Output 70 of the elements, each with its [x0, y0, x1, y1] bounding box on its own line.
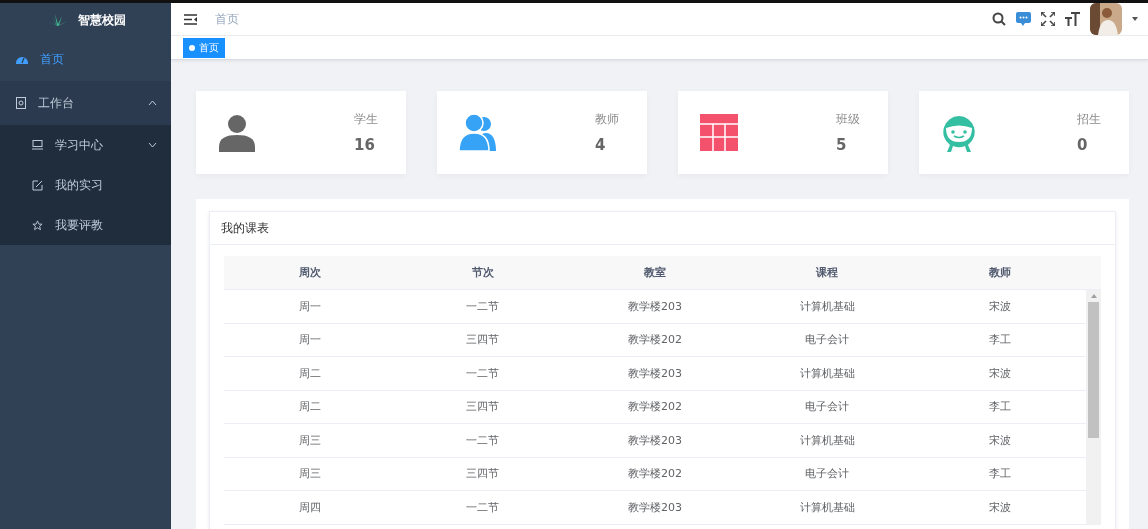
- column-header: 教师: [987, 265, 1012, 280]
- table-cell-text: 教学楼203: [627, 432, 683, 448]
- logo-text: 智慧校园: [77, 11, 126, 29]
- user-avatar[interactable]: [1090, 3, 1122, 36]
- table-cell-text: 宋波: [987, 298, 1012, 314]
- menu-item[interactable]: 我要评教: [0, 205, 171, 245]
- menu-item[interactable]: 学习中心: [0, 125, 171, 165]
- table-cell-text: 周四: [298, 499, 323, 515]
- table-cell-text: 教学楼202: [627, 399, 683, 415]
- safe-icon: [16, 97, 26, 109]
- table-cell-text: 电子会计: [804, 332, 851, 348]
- table-cell-text: 三四节: [465, 466, 501, 482]
- table-cell-text: 周二: [298, 399, 323, 415]
- table-cell-text: 李工: [987, 332, 1012, 348]
- table-cell-text: 三四节: [465, 332, 501, 348]
- table-cell-text: 周一: [298, 332, 323, 348]
- fullscreen-icon[interactable]: [1041, 12, 1055, 27]
- menu-toggle-icon[interactable]: [184, 13, 197, 25]
- column-header: 节次: [470, 265, 495, 280]
- table-cell-text: 宋波: [987, 499, 1012, 515]
- menu-item[interactable]: 我的实习: [0, 165, 171, 205]
- stat-value: 4: [595, 136, 606, 154]
- table-cell-text: 周三: [298, 432, 323, 448]
- column-header: 课程: [815, 265, 840, 280]
- table-cell-text: 李工: [987, 466, 1012, 482]
- table-cell-text: 一二节: [465, 298, 501, 314]
- table-cell-text: 一二节: [465, 432, 501, 448]
- stat-value: 16: [354, 136, 375, 154]
- table-cell-text: 电子会计: [804, 399, 851, 415]
- table-cell-text: 计算机基础: [798, 499, 856, 515]
- dashboard-icon: [16, 54, 28, 64]
- font-size-icon[interactable]: [1065, 12, 1080, 27]
- search-icon[interactable]: [992, 12, 1006, 27]
- table-cell-text: 计算机基础: [798, 298, 856, 314]
- table-cell-text: 电子会计: [804, 466, 851, 482]
- table-cell-text: 教学楼202: [627, 466, 683, 482]
- table-cell-text: 一二节: [465, 499, 501, 515]
- star-icon: [32, 219, 43, 231]
- edit-icon: [32, 179, 43, 191]
- table-cell-text: 教学楼202: [627, 332, 683, 348]
- table-cell-text: 李工: [987, 399, 1012, 415]
- table-cell-text: 教学楼203: [627, 499, 683, 515]
- stat-value: 5: [836, 136, 847, 154]
- panel-title: 我的课表: [210, 212, 1115, 245]
- chat-icon[interactable]: [1016, 12, 1031, 27]
- scrollbar[interactable]: [1086, 290, 1101, 525]
- chevron-up-icon: [148, 100, 157, 106]
- stat-label: 班级: [836, 111, 860, 128]
- caret-icon[interactable]: [1132, 17, 1138, 22]
- table-cell-text: 计算机基础: [798, 432, 856, 448]
- table-cell-text: 计算机基础: [798, 365, 856, 381]
- table-cell-text: 三四节: [465, 399, 501, 415]
- stat-label: 学生: [354, 111, 378, 128]
- table-cell-text: 宋波: [987, 365, 1012, 381]
- stat-label: 教师: [595, 111, 619, 128]
- dot-icon: [189, 44, 195, 51]
- chevron-down-icon: [148, 142, 157, 148]
- table-cell-text: 周一: [298, 298, 323, 314]
- menu-item[interactable]: 工作台: [0, 81, 171, 125]
- stat-value: 0: [1077, 136, 1088, 154]
- table-cell-text: 周二: [298, 365, 323, 381]
- stat-label: 招生: [1077, 111, 1101, 128]
- monitor-icon: [32, 140, 43, 150]
- column-header: 教室: [643, 265, 667, 280]
- table-cell-text: 宋波: [987, 432, 1012, 448]
- table-cell-text: 一二节: [465, 365, 501, 381]
- table-cell-text: 教学楼203: [627, 298, 683, 314]
- column-header: 周次: [298, 265, 323, 280]
- table-cell-text: 周三: [298, 466, 323, 482]
- table-cell-text: 教学楼203: [627, 365, 683, 381]
